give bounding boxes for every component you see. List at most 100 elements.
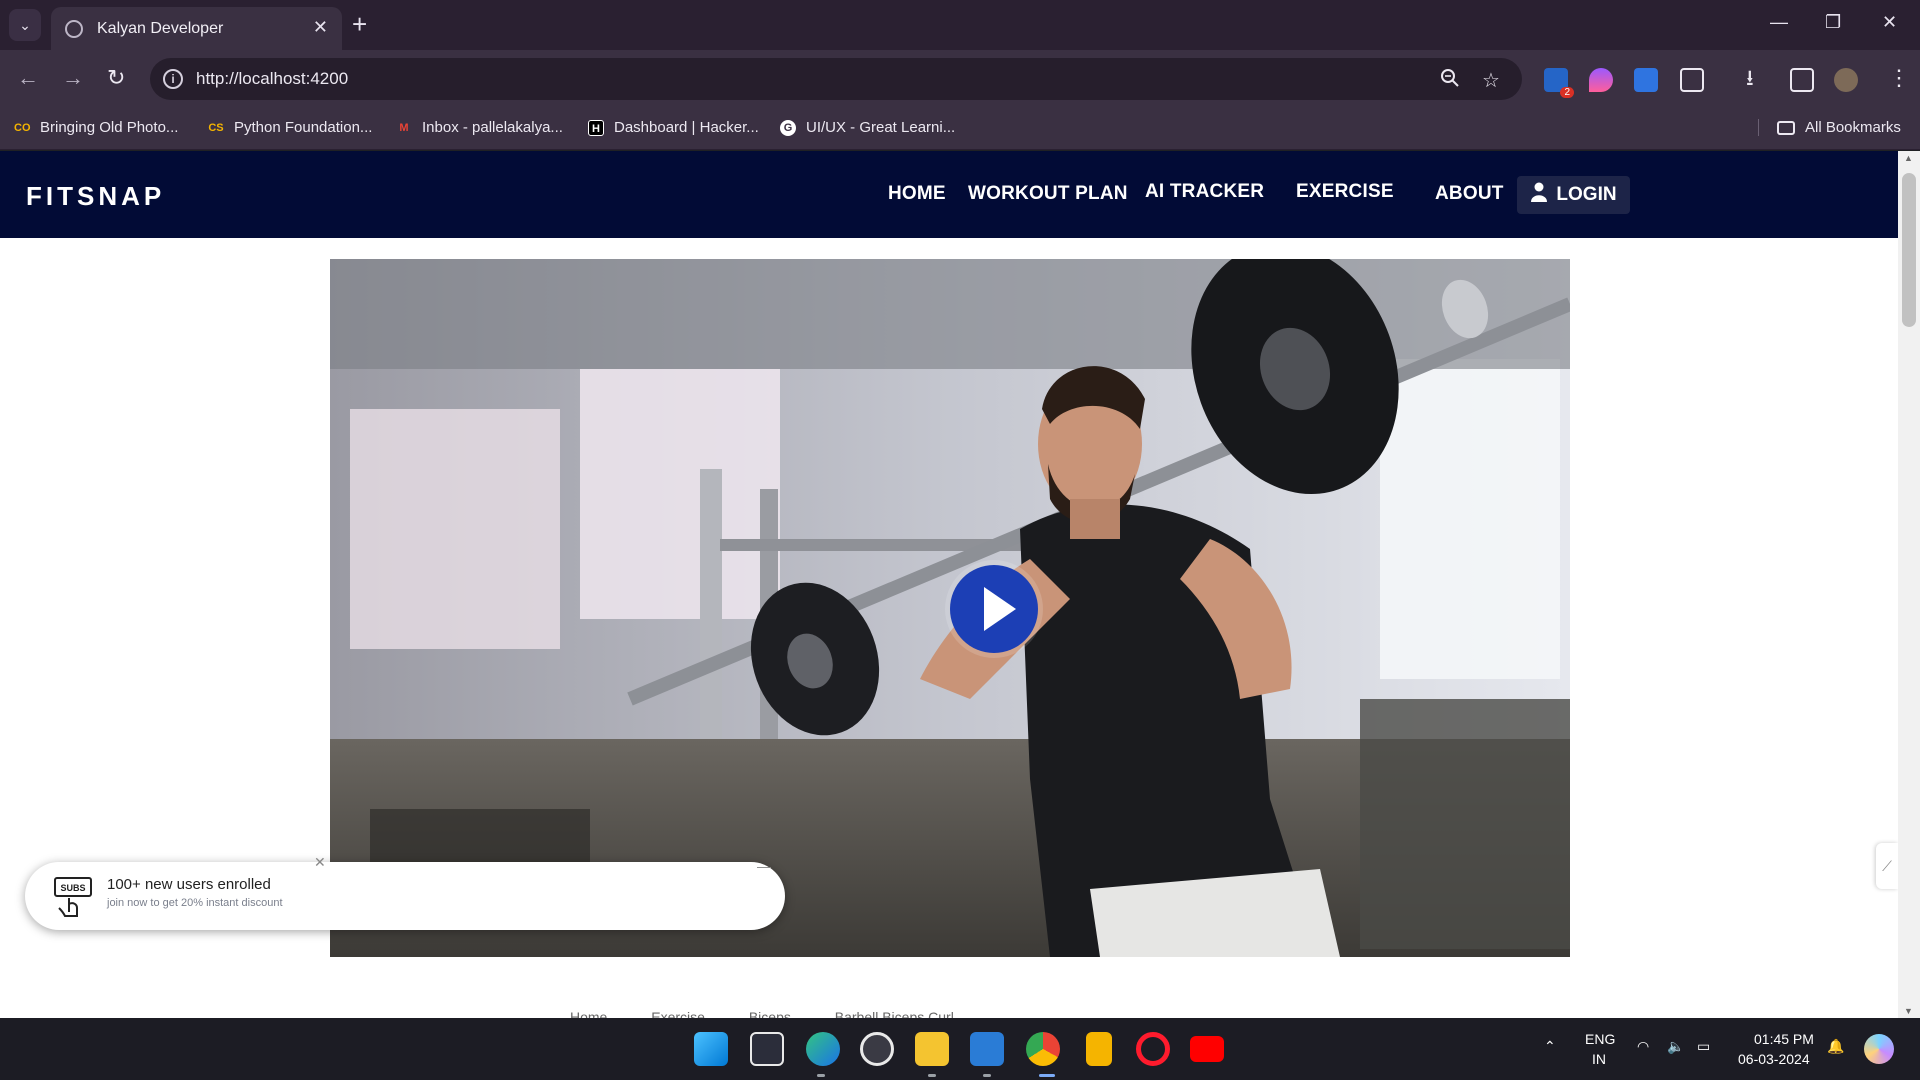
menu-kebab-icon[interactable]: ⋮ — [1888, 66, 1910, 90]
back-icon[interactable]: ← — [17, 66, 39, 90]
login-button[interactable]: LOGIN — [1517, 176, 1630, 214]
tab-active[interactable]: Kalyan Developer ✕ — [51, 7, 342, 50]
bookmark-label: Dashboard | Hacker... — [614, 119, 759, 136]
google-icon: G — [780, 119, 796, 136]
running-indicator — [983, 1074, 991, 1077]
browser-tabstrip: ⌄ Kalyan Developer ✕ + — ❐ ✕ — [0, 0, 1920, 50]
bookmark-label: Python Foundation... — [234, 119, 373, 136]
toast-minimize-icon[interactable]: — — [757, 858, 771, 874]
running-indicator — [817, 1074, 825, 1077]
fitsnap-logo[interactable]: FITSNAP — [26, 175, 191, 215]
zoom-icon[interactable] — [1440, 68, 1460, 94]
language-bottom[interactable]: IN — [1592, 1051, 1606, 1067]
co-icon: CO — [14, 121, 31, 134]
url-text[interactable]: http://localhost:4200 — [196, 69, 348, 89]
edge-icon[interactable] — [806, 1032, 840, 1066]
volume-icon[interactable]: 🔈 — [1667, 1038, 1684, 1055]
subscribe-icon: SUBS — [54, 877, 92, 917]
close-tab-icon[interactable]: ✕ — [313, 17, 328, 38]
nav-exercise[interactable]: EXERCISE — [1296, 181, 1394, 203]
media-player-icon[interactable] — [860, 1032, 894, 1066]
bookmarks-bar: CO Bringing Old Photo... CS Python Found… — [0, 108, 1920, 150]
globe-icon — [65, 19, 83, 38]
nav-home[interactable]: HOME — [888, 183, 946, 205]
bookmark-item[interactable]: CO Bringing Old Photo... — [14, 119, 178, 136]
breadcrumb-exercise[interactable]: Exercise — [651, 1009, 705, 1018]
bookmark-item[interactable]: G UI/UX - Great Learni... — [780, 119, 955, 136]
bookmark-item[interactable]: CS Python Foundation... — [208, 119, 372, 136]
svg-text:SUBS: SUBS — [60, 883, 85, 893]
nav-workout-plan[interactable]: WORKOUT PLAN — [968, 183, 1128, 205]
forward-icon[interactable]: → — [62, 66, 84, 90]
hero-video[interactable] — [330, 259, 1570, 957]
site-navbar: FITSNAP HOME WORKOUT PLAN AI TRACKER EXE… — [0, 151, 1898, 238]
new-tab-icon[interactable]: + — [352, 10, 367, 38]
clock-date[interactable]: 06-03-2024 — [1738, 1051, 1810, 1067]
vscode-icon[interactable] — [970, 1032, 1004, 1066]
minimize-icon[interactable]: — — [1770, 12, 1788, 33]
cs-icon: CS — [208, 121, 224, 134]
bookmark-label: UI/UX - Great Learni... — [806, 119, 956, 136]
toast-close-icon[interactable]: ✕ — [314, 854, 326, 871]
download-icon[interactable]: ⭳ — [1746, 66, 1754, 90]
windows-taskbar: ⌃ ENG IN ◠ 🔈 ▭ 01:45 PM 06-03-2024 🔔 — [0, 1018, 1920, 1080]
all-bookmarks[interactable]: All Bookmarks — [1758, 119, 1901, 136]
bookmark-label: Bringing Old Photo... — [40, 119, 179, 136]
scroll-thumb[interactable] — [1902, 173, 1916, 327]
store-icon[interactable] — [750, 1032, 784, 1066]
bookmark-item[interactable]: H Dashboard | Hacker... — [588, 119, 759, 136]
opera-icon[interactable] — [1136, 1032, 1170, 1066]
close-window-icon[interactable]: ✕ — [1882, 12, 1897, 33]
side-panel-handle-icon[interactable]: ⟋ — [1876, 843, 1898, 889]
notification-bell-icon[interactable]: 🔔 — [1827, 1038, 1844, 1055]
folder-icon — [1777, 120, 1795, 135]
svg-text:FITSNAP: FITSNAP — [26, 181, 165, 211]
extensions-puzzle-icon[interactable] — [1680, 68, 1704, 92]
active-indicator — [1039, 1074, 1055, 1077]
bookmark-label: Inbox - pallelakalya... — [422, 119, 563, 136]
clock-time[interactable]: 01:45 PM — [1754, 1031, 1814, 1047]
nav-about[interactable]: ABOUT — [1435, 183, 1504, 205]
side-panel-icon[interactable] — [1790, 68, 1814, 92]
all-bookmarks-label: All Bookmarks — [1805, 119, 1901, 136]
profile-avatar[interactable] — [1834, 68, 1858, 92]
page-scrollbar[interactable]: ▲ ▼ — [1898, 151, 1920, 1018]
play-button[interactable] — [950, 565, 1038, 653]
restore-icon[interactable]: ❐ — [1825, 12, 1841, 33]
copilot-icon[interactable] — [1864, 1034, 1894, 1064]
keep-icon[interactable] — [1086, 1032, 1112, 1066]
address-bar[interactable]: i http://localhost:4200 ☆ — [150, 58, 1522, 100]
chrome-icon[interactable] — [1026, 1032, 1060, 1066]
breadcrumb: Home Exercise Biceps Barbell Biceps Curl — [570, 1009, 994, 1018]
battery-icon[interactable]: ▭ — [1697, 1038, 1710, 1055]
tray-chevron-icon[interactable]: ⌃ — [1544, 1038, 1556, 1055]
youtube-icon[interactable] — [1190, 1036, 1224, 1062]
hackerrank-icon: H — [588, 119, 604, 136]
enrollment-toast[interactable]: SUBS 100+ new users enrolled join now to… — [25, 854, 785, 930]
extension-in-icon[interactable]: 2 — [1544, 68, 1574, 98]
scroll-down-icon[interactable]: ▼ — [1904, 1006, 1913, 1016]
bookmark-item[interactable]: M Inbox - pallelakalya... — [396, 119, 563, 136]
running-indicator — [928, 1074, 936, 1077]
extension-badge: 2 — [1560, 87, 1574, 98]
toast-title: 100+ new users enrolled — [107, 876, 271, 893]
scroll-up-icon[interactable]: ▲ — [1904, 153, 1913, 163]
page-viewport: FITSNAP HOME WORKOUT PLAN AI TRACKER EXE… — [0, 151, 1920, 1018]
reload-icon[interactable]: ↻ — [107, 66, 125, 90]
tab-search-icon[interactable]: ⌄ — [9, 9, 41, 41]
toast-subtitle: join now to get 20% instant discount — [107, 897, 283, 909]
nav-ai-tracker[interactable]: AI TRACKER — [1145, 181, 1264, 203]
windows-start-icon[interactable] — [694, 1032, 728, 1066]
site-info-icon[interactable]: i — [163, 69, 183, 89]
bookmark-star-icon[interactable]: ☆ — [1482, 68, 1500, 93]
breadcrumb-home[interactable]: Home — [570, 1009, 607, 1018]
tab-title: Kalyan Developer — [97, 19, 224, 37]
breadcrumb-biceps[interactable]: Biceps — [749, 1009, 791, 1018]
file-explorer-icon[interactable] — [915, 1032, 949, 1066]
extension-drop-icon[interactable] — [1589, 68, 1613, 92]
wifi-icon[interactable]: ◠ — [1637, 1038, 1649, 1055]
extension-translate-icon[interactable] — [1634, 68, 1658, 92]
user-icon — [1530, 182, 1548, 208]
language-top[interactable]: ENG — [1585, 1031, 1615, 1047]
browser-toolbar: ← → ↻ i http://localhost:4200 ☆ 2 ⭳ ⋮ — [0, 50, 1920, 108]
